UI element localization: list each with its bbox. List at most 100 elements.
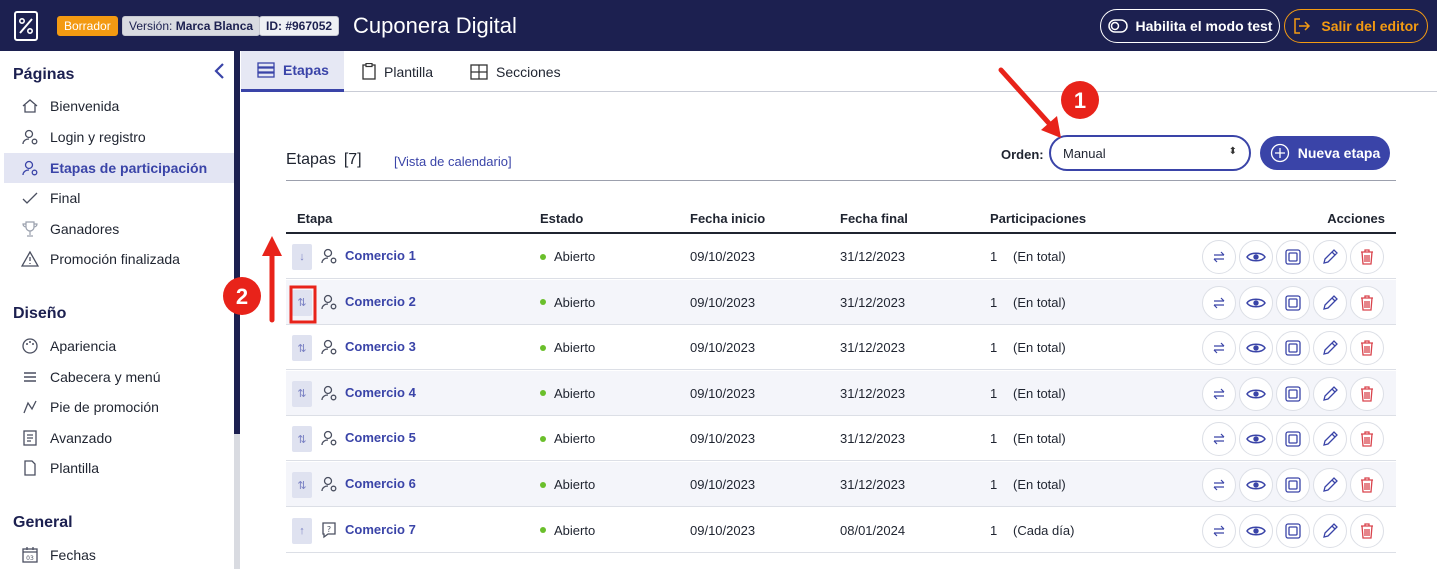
duplicate-icon <box>1284 248 1302 266</box>
end-date-cell: 31/12/2023 <box>840 340 906 356</box>
eye-button[interactable] <box>1239 468 1273 502</box>
trash-icon <box>1358 522 1376 540</box>
edit-button[interactable] <box>1313 468 1347 502</box>
status-cell: Abierto <box>540 477 595 492</box>
sidebar-item-label: Plantilla <box>50 460 100 476</box>
stage-name-link[interactable]: Comercio 2 <box>345 294 416 309</box>
trash-button[interactable] <box>1350 513 1384 548</box>
sidebar-item-bienvenida[interactable]: Bienvenida <box>4 91 234 121</box>
drag-handle-icon[interactable]: ⇅ <box>292 472 312 498</box>
trash-button[interactable] <box>1350 468 1384 502</box>
trash-button[interactable] <box>1350 422 1384 457</box>
swap-icon <box>1212 297 1226 309</box>
duplicate-button[interactable] <box>1276 331 1310 366</box>
swap-button[interactable] <box>1202 376 1236 411</box>
tab-etapas[interactable]: Etapas <box>241 51 344 92</box>
chevron-updown-icon: ⬍ <box>1228 146 1237 157</box>
edit-button[interactable] <box>1313 513 1347 548</box>
user-settings-icon <box>320 384 338 402</box>
exit-editor-button[interactable]: Salir del editor <box>1284 9 1428 43</box>
version-value: Marca Blanca <box>175 19 254 33</box>
participations-count: 1 <box>990 477 998 492</box>
calendar-view-link[interactable]: [Vista de calendario] <box>394 154 512 169</box>
sidebar-scrollbar-track[interactable] <box>234 434 240 569</box>
sidebar-item-plantilla[interactable]: Plantilla <box>4 453 234 483</box>
column-header: Fecha inicio <box>690 211 766 226</box>
swap-button[interactable] <box>1202 331 1236 366</box>
edit-button[interactable] <box>1313 285 1347 320</box>
trash-icon <box>1358 339 1376 357</box>
new-stage-button[interactable]: Nueva etapa <box>1260 136 1390 170</box>
home-icon <box>20 96 40 116</box>
duplicate-button[interactable] <box>1276 513 1310 548</box>
sidebar-item-ganadores[interactable]: Ganadores <box>4 214 234 244</box>
edit-button[interactable] <box>1313 422 1347 457</box>
table-row: ⇅ Comercio 2 Abierto 09/10/2023 31/12/2023 1(… <box>286 279 1396 325</box>
drag-handle-icon[interactable]: ⇅ <box>292 426 312 453</box>
table-header: Etapa Estado Fecha inicio Fecha final Pa… <box>286 206 1396 234</box>
stage-name-link[interactable]: Comercio 7 <box>345 522 416 537</box>
sidebar-item-pie[interactable]: Pie de promoción <box>4 392 234 422</box>
edit-button[interactable] <box>1313 331 1347 366</box>
status-label: Abierto <box>554 340 596 356</box>
duplicate-button[interactable] <box>1276 468 1310 502</box>
edit-button[interactable] <box>1313 240 1347 274</box>
trash-button[interactable] <box>1350 240 1384 274</box>
swap-button[interactable] <box>1202 422 1236 457</box>
test-mode-button[interactable]: Habilita el modo test <box>1100 9 1280 43</box>
edit-button[interactable] <box>1313 376 1347 411</box>
start-date-cell: 09/10/2023 <box>690 385 756 401</box>
eye-button[interactable] <box>1239 376 1273 411</box>
swap-button[interactable] <box>1202 468 1236 502</box>
drag-handle-icon[interactable]: ↑ <box>292 517 312 544</box>
list-icon <box>257 62 275 78</box>
collapse-sidebar-icon[interactable] <box>212 62 228 80</box>
swap-button[interactable] <box>1202 240 1236 274</box>
swap-button[interactable] <box>1202 513 1236 548</box>
drag-handle-icon[interactable]: ⇅ <box>292 380 312 407</box>
stage-name-link[interactable]: Comercio 4 <box>345 385 416 400</box>
edit-icon <box>1321 430 1339 448</box>
duplicate-icon <box>1284 339 1302 357</box>
trash-icon <box>1358 476 1376 494</box>
app-logo-icon[interactable] <box>14 11 38 41</box>
trash-button[interactable] <box>1350 285 1384 320</box>
eye-icon <box>1246 479 1266 491</box>
sidebar-item-cabecera[interactable]: Cabecera y menú <box>4 362 234 392</box>
stage-name-link[interactable]: Comercio 1 <box>345 248 416 263</box>
sidebar-item-login[interactable]: Login y registro <box>4 122 234 152</box>
stage-name-link[interactable]: Comercio 5 <box>345 430 416 445</box>
sidebar-item-apariencia[interactable]: Apariencia <box>4 331 234 361</box>
tab-secciones[interactable]: Secciones <box>470 51 561 92</box>
stage-name-link[interactable]: Comercio 3 <box>345 339 416 354</box>
eye-icon <box>1246 297 1266 309</box>
trash-button[interactable] <box>1350 331 1384 366</box>
participations-scope: (En total) <box>1013 385 1066 401</box>
sidebar-item-final[interactable]: Final <box>4 183 234 213</box>
tab-label: Plantilla <box>384 63 434 80</box>
swap-button[interactable] <box>1202 285 1236 320</box>
sidebar-item-etapas[interactable]: Etapas de participación <box>4 153 234 183</box>
status-cell: Abierto <box>540 523 595 538</box>
eye-button[interactable] <box>1239 285 1273 320</box>
eye-button[interactable] <box>1239 513 1273 548</box>
duplicate-button[interactable] <box>1276 240 1310 274</box>
stage-name-link[interactable]: Comercio 6 <box>345 476 416 491</box>
annotation-marker-2: 2 <box>236 284 248 309</box>
sidebar-item-avanzado[interactable]: Avanzado <box>4 423 234 453</box>
tab-plantilla[interactable]: Plantilla <box>362 51 433 92</box>
user-settings-icon <box>320 429 338 447</box>
trash-button[interactable] <box>1350 376 1384 411</box>
sidebar-item-fechas[interactable]: 03 Fechas <box>4 540 234 570</box>
eye-button[interactable] <box>1239 240 1273 274</box>
duplicate-button[interactable] <box>1276 285 1310 320</box>
duplicate-button[interactable] <box>1276 376 1310 411</box>
edit-icon <box>1321 476 1339 494</box>
drag-handle-icon[interactable]: ⇅ <box>292 335 312 362</box>
stage-count: [7] <box>343 151 362 168</box>
sidebar-item-promocion-finalizada[interactable]: Promoción finalizada <box>4 244 234 274</box>
eye-button[interactable] <box>1239 331 1273 366</box>
duplicate-button[interactable] <box>1276 422 1310 457</box>
eye-button[interactable] <box>1239 422 1273 457</box>
participations-count: 1 <box>990 522 998 538</box>
